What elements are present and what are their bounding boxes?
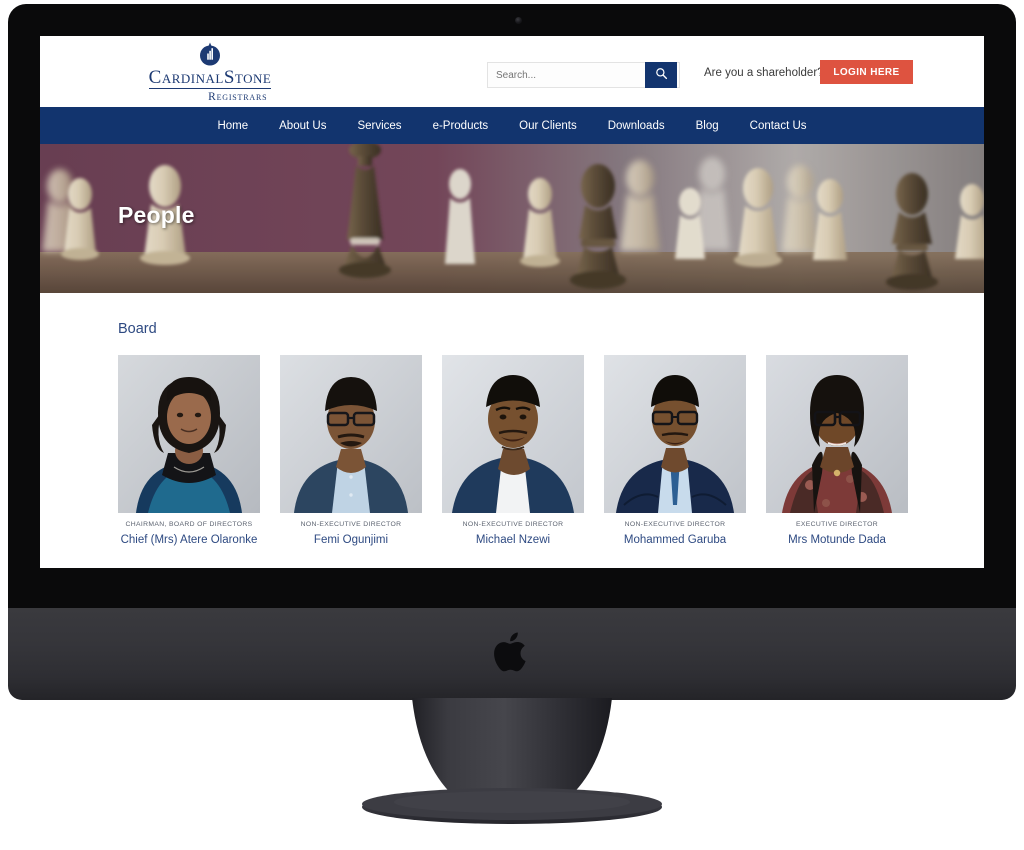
logo-main-text: CardinalStone xyxy=(148,66,272,89)
board-member-photo xyxy=(604,355,746,513)
board-member-name: Michael Nzewi xyxy=(475,534,551,546)
nav-item-downloads[interactable]: Downloads xyxy=(608,120,665,132)
apple-logo-icon xyxy=(494,630,530,674)
board-member-role: Non-Executive Director xyxy=(300,521,402,528)
section-title-board: Board xyxy=(118,321,157,337)
nav-item-our-clients[interactable]: Our Clients xyxy=(519,120,577,132)
page-body: Board CHAIRMAN, BOARD OF DIRECTORS Chief… xyxy=(40,321,984,568)
board-members-grid: Chairman, Board of Directors Chief (Mrs)… xyxy=(118,355,984,546)
page-title: People xyxy=(118,202,195,228)
board-member-photo xyxy=(118,355,260,513)
main-navigation: Home About Us Services e-Products Our Cl… xyxy=(40,107,984,144)
board-member-role: Non-Executive Director xyxy=(462,521,564,528)
board-member-name: Chief (Mrs) Atere Olaronke xyxy=(120,534,258,546)
site-header: CardinalStone Registrars Are you a share… xyxy=(40,36,984,107)
webcam-dot-icon xyxy=(515,17,522,24)
login-button[interactable]: LOGIN HERE xyxy=(820,60,913,84)
board-member-name: Mohammed Garuba xyxy=(623,534,727,546)
logo-sub-text: Registrars xyxy=(208,90,268,103)
board-member-card[interactable]: Executive Director Mrs Motunde Dada xyxy=(766,355,908,546)
nav-item-home[interactable]: Home xyxy=(217,120,248,132)
board-member-card[interactable]: Non-Executive Director Femi Ogunjimi xyxy=(280,355,422,546)
board-member-role: Executive Director xyxy=(795,521,879,528)
board-member-name: Femi Ogunjimi xyxy=(313,534,389,546)
board-member-photo xyxy=(280,355,422,513)
board-member-role: Chairman, Board of Directors xyxy=(125,521,253,528)
logo-text-block: CardinalStone Registrars xyxy=(148,66,272,104)
nav-item-contact-us[interactable]: Contact Us xyxy=(750,120,807,132)
board-member-photo xyxy=(442,355,584,513)
search-icon xyxy=(655,67,668,83)
monitor-stand xyxy=(360,698,664,826)
site-logo[interactable]: CardinalStone Registrars xyxy=(110,41,310,103)
droplet-bar-chart-icon xyxy=(197,41,223,67)
screenshot-root: CardinalStone Registrars Are you a share… xyxy=(0,0,1024,850)
shareholder-prompt: Are you a shareholder? xyxy=(704,67,824,79)
board-member-name: Mrs Motunde Dada xyxy=(788,534,886,546)
board-member-photo xyxy=(766,355,908,513)
nav-item-e-products[interactable]: e-Products xyxy=(433,120,489,132)
hero-banner: People xyxy=(40,144,984,293)
screen-content: CardinalStone Registrars Are you a share… xyxy=(40,36,984,568)
nav-item-services[interactable]: Services xyxy=(357,120,401,132)
nav-item-about-us[interactable]: About Us xyxy=(279,120,326,132)
board-member-card[interactable]: Chairman, Board of Directors Chief (Mrs)… xyxy=(118,355,260,546)
nav-item-blog[interactable]: Blog xyxy=(696,120,719,132)
board-member-card[interactable]: Non-Executive Director Mohammed Garuba xyxy=(604,355,746,546)
search-button[interactable] xyxy=(645,62,677,88)
board-member-role: Non-Executive Director xyxy=(624,521,726,528)
board-member-card[interactable]: Non-Executive Director Michael Nzewi xyxy=(442,355,584,546)
